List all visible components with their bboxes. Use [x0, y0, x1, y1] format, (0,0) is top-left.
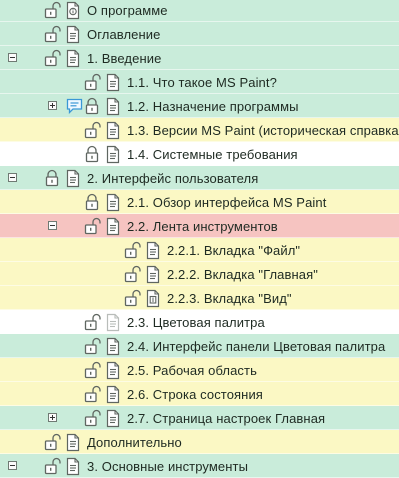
tree-row[interactable]: 1.4. Системные требования: [0, 142, 399, 166]
topic-label[interactable]: 2.3. Цветовая палитра: [127, 310, 265, 334]
document-icon: [105, 382, 121, 406]
document-icon: [105, 118, 121, 142]
tree-row[interactable]: 2.1. Обзор интерфейса MS Paint: [0, 190, 399, 214]
document-icon: [105, 310, 121, 334]
tree-row[interactable]: Оглавление: [0, 22, 399, 46]
lock-open-icon[interactable]: [84, 406, 102, 430]
tree-row[interactable]: 2. Интерфейс пользователя: [0, 166, 399, 190]
topic-label[interactable]: 2.2.3. Вкладка "Вид": [167, 286, 292, 310]
topic-label[interactable]: 1.4. Системные требования: [127, 142, 298, 166]
tree-row[interactable]: 2.3. Цветовая палитра: [0, 310, 399, 334]
document-icon: [105, 406, 121, 430]
lock-closed-icon[interactable]: [44, 166, 60, 190]
topic-label[interactable]: 1.2. Назначение программы: [127, 94, 299, 118]
tree-row[interactable]: 2.4. Интерфейс панели Цветовая палитра: [0, 334, 399, 358]
topic-label[interactable]: 2.2.2. Вкладка "Главная": [167, 262, 318, 286]
lock-open-icon[interactable]: [84, 310, 102, 334]
topic-label[interactable]: 2. Интерфейс пользователя: [87, 166, 258, 190]
lock-open-icon[interactable]: [84, 214, 102, 238]
tree-row[interactable]: 1.2. Назначение программы: [0, 94, 399, 118]
collapse-toggle[interactable]: [8, 461, 17, 470]
document-icon: [105, 190, 121, 214]
lock-closed-icon[interactable]: [84, 190, 100, 214]
tree-row[interactable]: 2.7. Страница настроек Главная: [0, 406, 399, 430]
document-icon: [65, 166, 81, 190]
document-icon: [65, 46, 81, 70]
lock-open-icon[interactable]: [44, 0, 62, 22]
tree-row[interactable]: 2.6. Строка состояния: [0, 382, 399, 406]
lock-open-icon[interactable]: [124, 238, 142, 262]
topic-label[interactable]: 3. Основные инструменты: [87, 454, 248, 478]
topic-label[interactable]: 2.5. Рабочая область: [127, 358, 257, 382]
tree-row[interactable]: О программе: [0, 0, 399, 22]
lock-open-icon[interactable]: [84, 382, 102, 406]
comment-icon[interactable]: [66, 94, 83, 118]
document-icon: [105, 70, 121, 94]
collapse-toggle[interactable]: [8, 53, 17, 62]
document-icon: [105, 334, 121, 358]
lock-open-icon[interactable]: [124, 262, 142, 286]
topic-label[interactable]: 1. Введение: [87, 46, 161, 70]
topic-label[interactable]: О программе: [87, 0, 168, 22]
tree-row[interactable]: 2.2.3. Вкладка "Вид": [0, 286, 399, 310]
tree-row[interactable]: 1.1. Что такое MS Paint?: [0, 70, 399, 94]
topic-label[interactable]: Оглавление: [87, 22, 160, 46]
tree-row[interactable]: 1.3. Версии MS Paint (историческая справ…: [0, 118, 399, 142]
lock-open-icon[interactable]: [124, 286, 142, 310]
document-icon: [65, 430, 81, 454]
document-icon: [145, 262, 161, 286]
topic-label[interactable]: 2.1. Обзор интерфейса MS Paint: [127, 190, 326, 214]
tree-row[interactable]: 2.2.2. Вкладка "Главная": [0, 262, 399, 286]
expand-toggle[interactable]: [48, 413, 57, 422]
topic-label[interactable]: 2.7. Страница настроек Главная: [127, 406, 325, 430]
tree-row[interactable]: 2.5. Рабочая область: [0, 358, 399, 382]
topic-label[interactable]: 2.4. Интерфейс панели Цветовая палитра: [127, 334, 385, 358]
topic-label[interactable]: 1.3. Версии MS Paint (историческая справ…: [127, 118, 399, 142]
lock-open-icon[interactable]: [44, 430, 62, 454]
tree-row[interactable]: Дополнительно: [0, 430, 399, 454]
lock-open-icon[interactable]: [44, 46, 62, 70]
document-icon: [105, 142, 121, 166]
lock-open-icon[interactable]: [84, 70, 102, 94]
expand-toggle[interactable]: [48, 101, 57, 110]
lock-open-icon[interactable]: [44, 22, 62, 46]
document-icon: [65, 0, 81, 22]
topic-label[interactable]: 2.6. Строка состояния: [127, 382, 263, 406]
document-icon: [65, 22, 81, 46]
lock-open-icon[interactable]: [44, 454, 62, 478]
lock-closed-icon[interactable]: [84, 142, 100, 166]
collapse-toggle[interactable]: [8, 173, 17, 182]
lock-open-icon[interactable]: [84, 334, 102, 358]
tree-row[interactable]: 2.2. Лента инструментов: [0, 214, 399, 238]
lock-open-icon[interactable]: [84, 118, 102, 142]
topic-label[interactable]: 2.2. Лента инструментов: [127, 214, 278, 238]
document-icon: [145, 238, 161, 262]
tree-row[interactable]: 2.2.1. Вкладка "Файл": [0, 238, 399, 262]
topic-tree: О программе Оглавление 1. Введение 1.1. …: [0, 0, 399, 478]
topic-label[interactable]: 2.2.1. Вкладка "Файл": [167, 238, 300, 262]
tree-row[interactable]: 3. Основные инструменты: [0, 454, 399, 478]
document-icon: [105, 214, 121, 238]
document-icon: [105, 358, 121, 382]
topic-label[interactable]: Дополнительно: [87, 430, 182, 454]
document-icon: [145, 286, 161, 310]
document-icon: [105, 94, 121, 118]
tree-row[interactable]: 1. Введение: [0, 46, 399, 70]
lock-closed-icon[interactable]: [84, 94, 100, 118]
document-icon: [65, 454, 81, 478]
collapse-toggle[interactable]: [48, 221, 57, 230]
topic-label[interactable]: 1.1. Что такое MS Paint?: [127, 70, 277, 94]
lock-open-icon[interactable]: [84, 358, 102, 382]
